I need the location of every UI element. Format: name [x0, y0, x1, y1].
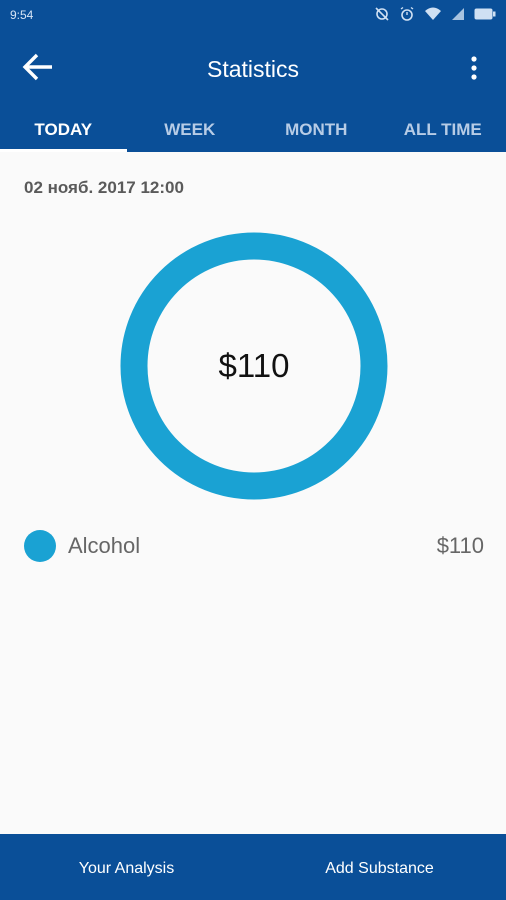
tab-today[interactable]: TODAY [0, 108, 127, 152]
page-title: Statistics [206, 56, 300, 82]
bottom-bar: Your Analysis Add Substance [0, 834, 506, 900]
tab-month[interactable]: MONTH [253, 108, 380, 152]
statistics-content: 02 нояб. 2017 12:00 $110 Alcohol $110 [0, 152, 506, 834]
wifi-icon [424, 6, 442, 22]
your-analysis-button[interactable]: Your Analysis [0, 834, 253, 900]
legend-item[interactable]: Alcohol $110 [24, 528, 484, 564]
donut-center-value: $110 [218, 347, 290, 384]
alarm-icon [399, 6, 415, 22]
signal-icon [451, 7, 465, 21]
tab-all-time[interactable]: ALL TIME [380, 108, 506, 152]
battery-icon [474, 8, 496, 20]
legend-value: $110 [436, 533, 484, 558]
tab-week[interactable]: WEEK [127, 108, 254, 152]
more-vert-icon [471, 55, 477, 85]
add-substance-button[interactable]: Add Substance [253, 834, 506, 900]
status-bar: 9:54 [0, 0, 506, 30]
legend-label: Alcohol [68, 533, 141, 558]
date-label: 02 нояб. 2017 12:00 [24, 178, 184, 197]
status-time: 9:54 [10, 8, 34, 22]
overflow-menu-button[interactable] [462, 52, 486, 88]
sync-off-icon [374, 6, 390, 22]
app-bar: Statistics [0, 30, 506, 108]
legend-color-dot [24, 530, 56, 562]
period-tabs: TODAY WEEK MONTH ALL TIME [0, 108, 506, 152]
status-icons [374, 6, 496, 22]
